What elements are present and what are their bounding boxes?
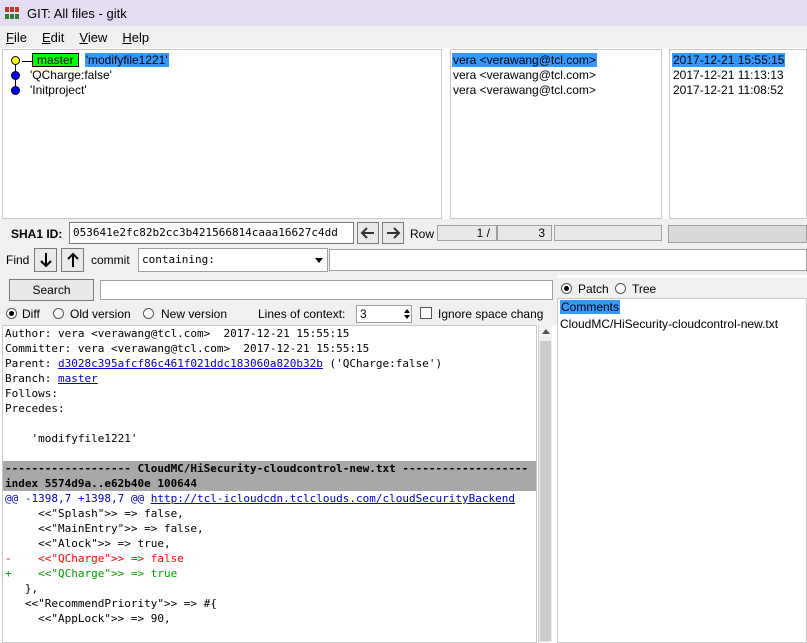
diff-index-line: index 5574d9a..e62b40e 100644 xyxy=(3,476,536,491)
sha1-label: SHA1 ID: xyxy=(11,227,63,241)
date-row[interactable]: 2017-12-21 11:08:52 xyxy=(673,83,784,98)
find-prev-button[interactable] xyxy=(61,248,84,272)
tree-radio[interactable] xyxy=(615,283,626,294)
diff-hunk-header: @@ -1398,7 +1398,7 @@ http://tcl-icloudc… xyxy=(5,492,515,505)
file-list[interactable]: Comments CloudMC/HiSecurity-cloudcontrol… xyxy=(557,298,807,643)
patch-label: Patch xyxy=(578,282,609,296)
back-button[interactable] xyxy=(357,222,379,244)
commit-message: 'modifyfile1221' xyxy=(84,53,169,67)
diff-parent-line: Parent: d3028c395afcf86c461f021ddc183060… xyxy=(5,357,443,370)
menu-file[interactable]: File xyxy=(6,30,27,45)
diff-scrollbar[interactable] xyxy=(538,325,552,643)
arrow-left-icon xyxy=(360,227,374,239)
branch-tag-master[interactable]: master xyxy=(32,53,79,67)
gitk-app-icon xyxy=(5,7,21,19)
find-label: Find xyxy=(6,253,30,267)
chevron-down-icon xyxy=(315,258,323,263)
hunk-url-link[interactable]: http://tcl-icloudcdn.tclclouds.com/cloud… xyxy=(151,492,515,505)
menu-bar: File Edit View Help xyxy=(0,26,807,48)
spin-up-icon[interactable] xyxy=(404,309,410,313)
find-next-button[interactable] xyxy=(34,248,57,272)
row-current: 1 / xyxy=(437,225,497,241)
author-row[interactable]: vera <verawang@tcl.com> xyxy=(453,83,596,98)
commit-message: 'QCharge:false' xyxy=(30,68,112,82)
branch-link[interactable]: master xyxy=(58,372,98,385)
commit-row-2[interactable]: 'QCharge:false' xyxy=(30,68,112,83)
diff-precedes-line: Precedes: xyxy=(5,402,65,415)
commit-node[interactable] xyxy=(11,86,20,95)
diff-context-line: <<"RecommendPriority">> => #{ xyxy=(5,597,217,610)
arrow-right-icon xyxy=(387,227,401,239)
diff-removed-line: - <<"QCharge">> => false xyxy=(5,552,184,565)
lines-of-context-spinbox[interactable]: 3 xyxy=(356,305,412,323)
file-list-item[interactable]: CloudMC/HiSecurity-cloudcontrol-new.txt xyxy=(558,316,806,333)
parent-commit-link[interactable]: d3028c395afcf86c461f021ddc183060a820b32b xyxy=(58,357,323,370)
tree-label: Tree xyxy=(632,282,657,296)
find-input[interactable] xyxy=(329,249,807,271)
date-row[interactable]: 2017-12-21 11:13:13 xyxy=(673,68,784,83)
spin-down-icon[interactable] xyxy=(404,315,410,319)
commit-list[interactable]: master 'modifyfile1221' 'QCharge:false' '… xyxy=(2,49,442,219)
scrollbar-thumb[interactable] xyxy=(540,341,551,641)
commit-node-head[interactable] xyxy=(11,56,20,65)
author-row[interactable]: vera <verawang@tcl.com> xyxy=(453,68,596,83)
sha1-input[interactable]: 053641e2fc82b2cc3b421566814caaa16627c4dd xyxy=(69,222,354,244)
author-row[interactable]: vera <verawang@tcl.com> xyxy=(452,53,597,68)
new-version-label: New version xyxy=(161,307,228,321)
ignore-space-label: Ignore space chang xyxy=(438,307,544,321)
window-title: GIT: All files - gitk xyxy=(27,5,127,21)
file-view-options: Patch Tree xyxy=(557,278,807,300)
diff-added-line: + <<"QCharge">> => true xyxy=(5,567,178,580)
search-input[interactable] xyxy=(100,280,553,300)
diff-radio[interactable] xyxy=(6,308,17,319)
diff-file-header: ------------------- CloudMC/HiSecurity-c… xyxy=(3,461,536,476)
diff-context-line: <<"AppLock">> => 90, xyxy=(5,612,171,625)
diff-committer-line: Committer: vera <verawang@tcl.com> 2017-… xyxy=(5,342,370,355)
date-list[interactable]: 2017-12-21 15:55:15 2017-12-21 11:13:13 … xyxy=(669,49,807,219)
commit-row-3[interactable]: 'Initproject' xyxy=(30,83,87,98)
old-version-label: Old version xyxy=(70,307,131,321)
progress-bar xyxy=(668,225,807,243)
menu-view[interactable]: View xyxy=(79,30,107,45)
commit-node[interactable] xyxy=(11,71,20,80)
commit-label: commit xyxy=(91,253,130,267)
arrow-down-icon xyxy=(39,253,52,268)
status-box xyxy=(554,225,662,241)
diff-context-line: <<"MainEntry">> => false, xyxy=(5,522,204,535)
diff-context-line: <<"Splash">> => false, xyxy=(5,507,184,520)
title-bar: GIT: All files - gitk xyxy=(0,0,807,26)
diff-label: Diff xyxy=(22,307,40,321)
row-label: Row xyxy=(410,227,435,241)
ignore-space-checkbox[interactable] xyxy=(420,307,432,319)
diff-view[interactable]: Author: vera <verawang@tcl.com> 2017-12-… xyxy=(2,325,537,643)
lines-of-context-label: Lines of context: xyxy=(258,307,346,321)
file-list-comments[interactable]: Comments xyxy=(558,299,806,316)
diff-context-line: <<"Alock">> => true, xyxy=(5,537,171,550)
forward-button[interactable] xyxy=(382,222,404,244)
diff-context-line: }, xyxy=(5,582,39,595)
date-row[interactable]: 2017-12-21 15:55:15 xyxy=(672,53,786,68)
author-list[interactable]: vera <verawang@tcl.com> vera <verawang@t… xyxy=(450,49,662,219)
menu-help[interactable]: Help xyxy=(122,30,149,45)
patch-radio[interactable] xyxy=(561,283,572,294)
row-total: 3 xyxy=(497,225,552,241)
find-mode-select[interactable]: containing: xyxy=(138,248,328,272)
diff-message-line: 'modifyfile1221' xyxy=(5,432,138,445)
search-button[interactable]: Search xyxy=(9,279,94,301)
old-version-radio[interactable] xyxy=(53,308,64,319)
scroll-up-icon[interactable] xyxy=(542,329,550,334)
arrow-up-icon xyxy=(66,252,79,267)
commit-message: 'Initproject' xyxy=(30,83,87,97)
diff-follows-line: Follows: xyxy=(5,387,58,400)
diff-branch-line: Branch: master xyxy=(5,372,98,385)
menu-edit[interactable]: Edit xyxy=(42,30,64,45)
diff-author-line: Author: vera <verawang@tcl.com> 2017-12-… xyxy=(5,327,350,340)
new-version-radio[interactable] xyxy=(143,308,154,319)
commit-row-1[interactable]: master 'modifyfile1221' xyxy=(32,53,169,68)
